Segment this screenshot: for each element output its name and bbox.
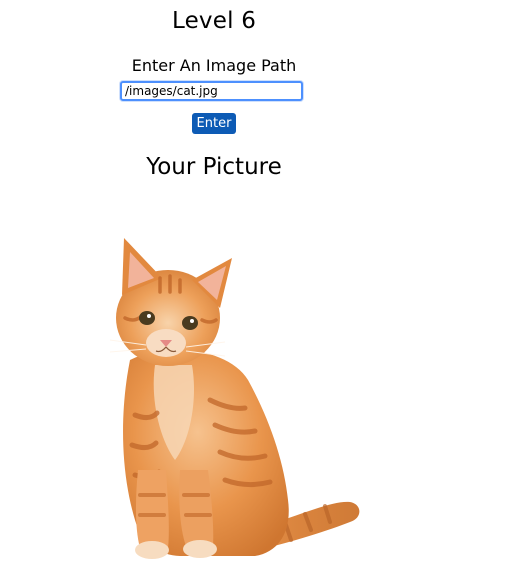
picture-heading: Your Picture [146, 154, 282, 180]
enter-button[interactable]: Enter [192, 113, 236, 134]
page-title: Level 6 [171, 8, 257, 34]
page: Level 6 Enter An Image Path Enter Your P… [0, 0, 529, 574]
kitten-picture [109, 238, 360, 559]
image-path-input[interactable] [120, 81, 303, 101]
image-path-label: Enter An Image Path [131, 56, 297, 75]
